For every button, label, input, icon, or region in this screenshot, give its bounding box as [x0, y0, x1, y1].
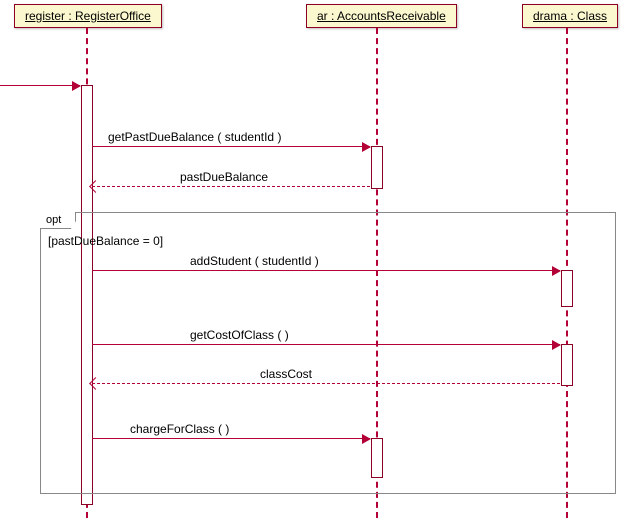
- activation-drama-2: [561, 344, 573, 386]
- activation-ar-2: [371, 438, 383, 478]
- return-label-classCost: classCost: [260, 367, 312, 381]
- fragment-operator-label: opt: [40, 212, 76, 229]
- lifeline-head-drama: drama : Class: [522, 4, 618, 28]
- msg-getPastDueBalance: [92, 146, 370, 147]
- fragment-guard: [pastDueBalance = 0]: [48, 234, 163, 248]
- msg-label-chargeForClass: chargeForClass ( ): [130, 422, 229, 436]
- activation-ar-1: [371, 146, 383, 189]
- fragment-opt: [40, 212, 616, 494]
- msg-label-getPastDueBalance: getPastDueBalance ( studentId ): [108, 130, 281, 144]
- sequence-diagram: { "lifelines": { "register": { "label": …: [0, 0, 626, 527]
- msg-label-getCostOfClass: getCostOfClass ( ): [190, 328, 289, 342]
- msg-label-addStudent: addStudent ( studentId ): [190, 254, 319, 268]
- lifeline-head-register: register : RegisterOffice: [14, 4, 162, 28]
- activation-drama-1: [561, 270, 573, 307]
- return-pastDueBalance: [92, 186, 370, 187]
- msg-addStudent: [92, 270, 560, 271]
- return-classCost: [92, 383, 560, 384]
- found-message-arrow: [0, 85, 80, 86]
- return-label-pastDueBalance: pastDueBalance: [180, 170, 268, 184]
- msg-chargeForClass: [92, 438, 370, 439]
- msg-getCostOfClass: [92, 344, 560, 345]
- lifeline-head-ar: ar : AccountsReceivable: [306, 4, 457, 28]
